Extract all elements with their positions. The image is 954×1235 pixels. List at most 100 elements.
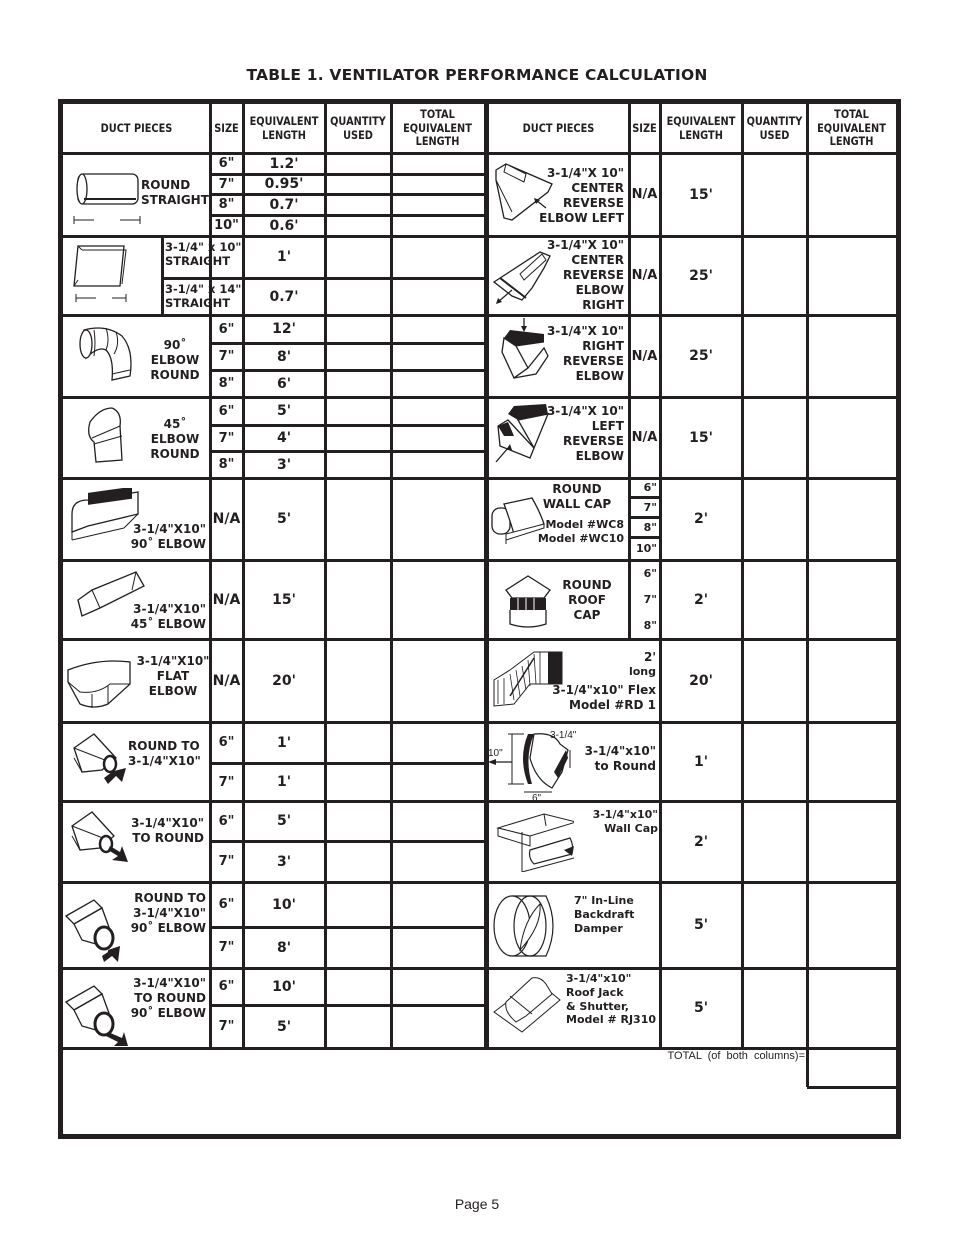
quantity-used-input[interactable] [744, 399, 805, 476]
quantity-used-input[interactable] [327, 970, 389, 1003]
total-equivalent-length-input[interactable] [809, 641, 894, 720]
quantity-used-input[interactable] [327, 399, 389, 423]
left-item-3-eq-0: 5' [276, 403, 292, 419]
quantity-used-input[interactable] [327, 724, 389, 761]
left-item-4-label-line: 90˚ ELBOW [130, 537, 206, 551]
round-to-rect-90-elbow-icon [62, 890, 132, 962]
total-equivalent-length-input[interactable] [393, 884, 482, 925]
quantity-used-input[interactable] [744, 970, 805, 1046]
left-item-7-size-0: 6" [218, 735, 235, 750]
quantity-used-input[interactable] [327, 453, 389, 476]
left-item-3-eq-1: 4' [276, 430, 292, 446]
total-equivalent-length-input[interactable] [393, 217, 482, 234]
total-equivalent-length-input[interactable] [393, 641, 482, 720]
left-item-10-label-line: 3-1/4"X10" [133, 976, 206, 990]
total-equivalent-length-input[interactable] [809, 238, 894, 313]
right-item-10-label-line: Model # RJ310 [566, 1013, 657, 1027]
quantity-used-input[interactable] [327, 196, 389, 213]
left-item-10-eq-1: 5' [276, 1018, 292, 1035]
total-equivalent-length-input[interactable] [393, 345, 482, 368]
round-90-elbow-icon [76, 322, 136, 386]
quantity-used-input[interactable] [327, 1007, 389, 1046]
quantity-used-input[interactable] [327, 562, 389, 637]
total-equivalent-length-input[interactable] [393, 317, 482, 341]
right-item-5-size-2: 8" [643, 619, 657, 633]
quantity-used-input[interactable] [327, 155, 389, 172]
right-header-quantity-used: QUANTITY USED [746, 113, 803, 142]
total-equivalent-length-input[interactable] [393, 724, 482, 761]
grand-total-input[interactable] [809, 1050, 894, 1085]
total-equivalent-length-input[interactable] [393, 843, 482, 880]
left-item-2-size-0: 6" [218, 321, 235, 337]
rect-to-round-adapter-icon: 10" 3-1/4" 6" [488, 728, 588, 802]
total-equivalent-length-input[interactable] [393, 372, 482, 395]
total-equivalent-length-input[interactable] [809, 317, 894, 395]
total-equivalent-length-input[interactable] [393, 176, 482, 192]
quantity-used-input[interactable] [327, 765, 389, 799]
quantity-used-input[interactable] [327, 803, 389, 839]
left-item-5-size-0: N/A [212, 591, 241, 608]
quantity-used-input[interactable] [744, 238, 805, 313]
quantity-used-input[interactable] [327, 317, 389, 341]
right-item-6-label-line: Model #RD 1 [569, 697, 656, 712]
total-equivalent-length-input[interactable] [393, 196, 482, 213]
quantity-used-input[interactable] [327, 480, 389, 558]
left-item-7-label-line: 3-1/4"X10" [128, 754, 201, 768]
quantity-used-input[interactable] [327, 843, 389, 880]
quantity-used-input[interactable] [744, 724, 805, 799]
total-equivalent-length-input[interactable] [393, 155, 482, 172]
total-equivalent-length-input[interactable] [393, 238, 482, 276]
total-equivalent-length-input[interactable] [393, 427, 482, 449]
total-equivalent-length-input[interactable] [809, 884, 894, 966]
quantity-used-input[interactable] [744, 562, 805, 637]
quantity-used-input[interactable] [744, 884, 805, 966]
total-equivalent-length-input[interactable] [809, 803, 894, 880]
right-item-1-label-line: REVERSE [562, 268, 624, 282]
total-equivalent-length-input[interactable] [393, 765, 482, 799]
total-equivalent-length-input[interactable] [393, 399, 482, 423]
total-equivalent-length-input[interactable] [393, 929, 482, 966]
total-equivalent-length-input[interactable] [393, 453, 482, 476]
total-equivalent-length-input[interactable] [809, 399, 894, 476]
total-equivalent-length-input[interactable] [393, 1007, 482, 1046]
quantity-used-input[interactable] [327, 238, 389, 276]
right-item-4-label-line: ROUND [552, 482, 602, 496]
round-45-elbow-icon [82, 402, 132, 466]
left-item-8-eq-1: 3' [276, 853, 292, 870]
round-straight-duct-icon [70, 168, 150, 228]
quantity-used-input[interactable] [327, 217, 389, 234]
quantity-used-input[interactable] [744, 317, 805, 395]
total-equivalent-length-input[interactable] [809, 970, 894, 1046]
right-item-2-label: 3-1/4"X 10" RIGHT REVERSE ELBOW [530, 324, 624, 384]
total-equivalent-length-input[interactable] [809, 155, 894, 234]
left-item-9-label-line: ROUND TO [134, 891, 206, 905]
quantity-used-input[interactable] [744, 155, 805, 234]
right-item-5-label-line: ROUND [562, 578, 612, 592]
total-equivalent-length-input[interactable] [809, 480, 894, 558]
left-item-0-size-1: 7" [218, 176, 235, 192]
quantity-used-input[interactable] [744, 803, 805, 880]
quantity-used-input[interactable] [327, 884, 389, 925]
total-equivalent-length-input[interactable] [393, 480, 482, 558]
quantity-used-input[interactable] [327, 176, 389, 192]
quantity-used-input[interactable] [327, 280, 389, 313]
quantity-used-input[interactable] [327, 929, 389, 966]
quantity-used-input[interactable] [744, 480, 805, 558]
right-item-3-label-line: 3-1/4"X 10" [546, 404, 624, 418]
total-equivalent-length-input[interactable] [809, 562, 894, 637]
right-item-5-size-1: 7" [643, 592, 657, 606]
right-item-8-label-line: Wall Cap [604, 821, 658, 835]
quantity-used-input[interactable] [327, 641, 389, 720]
quantity-used-input[interactable] [744, 641, 805, 720]
total-equivalent-length-input[interactable] [393, 970, 482, 1003]
left-item-0-size-2: 8" [218, 197, 235, 212]
total-equivalent-length-input[interactable] [393, 803, 482, 839]
left-item-4-eq-0: 5' [276, 511, 292, 527]
right-item-2-size: N/A [631, 348, 658, 364]
total-equivalent-length-input[interactable] [393, 280, 482, 313]
total-equivalent-length-input[interactable] [393, 562, 482, 637]
quantity-used-input[interactable] [327, 427, 389, 449]
total-equivalent-length-input[interactable] [809, 724, 894, 799]
quantity-used-input[interactable] [327, 372, 389, 395]
quantity-used-input[interactable] [327, 345, 389, 368]
